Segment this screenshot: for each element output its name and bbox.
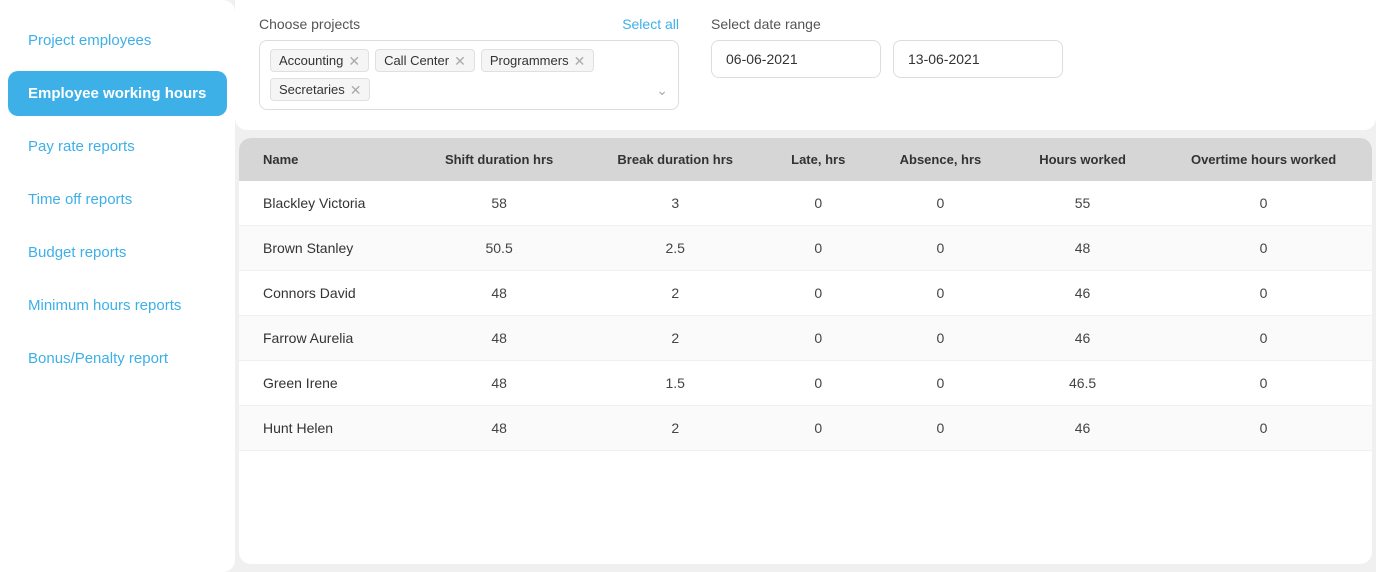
cell-value: 55 bbox=[1010, 181, 1155, 226]
table-body: Blackley Victoria58300550Brown Stanley50… bbox=[239, 181, 1372, 451]
choose-projects-label: Choose projects bbox=[259, 16, 360, 32]
tag-secretaries: Secretaries ✕ bbox=[270, 78, 370, 101]
cell-value: 0 bbox=[871, 316, 1010, 361]
table-row: Brown Stanley50.52.500480 bbox=[239, 226, 1372, 271]
cell-value: 48 bbox=[413, 361, 585, 406]
tag-close-icon[interactable]: ✕ bbox=[454, 54, 466, 68]
cell-value: 0 bbox=[1155, 181, 1372, 226]
table-row: Green Irene481.50046.50 bbox=[239, 361, 1372, 406]
cell-value: 0 bbox=[766, 226, 871, 271]
cell-value: 2 bbox=[585, 271, 766, 316]
cell-value: 0 bbox=[871, 181, 1010, 226]
cell-name: Farrow Aurelia bbox=[239, 316, 413, 361]
sidebar-item-bonus-penalty-report[interactable]: Bonus/Penalty report bbox=[8, 336, 227, 381]
cell-name: Brown Stanley bbox=[239, 226, 413, 271]
date-to-input[interactable] bbox=[893, 40, 1063, 78]
cell-value: 0 bbox=[871, 226, 1010, 271]
project-filter-group: Choose projects Select all Accounting ✕ C… bbox=[259, 16, 679, 110]
cell-value: 0 bbox=[1155, 271, 1372, 316]
cell-name: Green Irene bbox=[239, 361, 413, 406]
table-row: Blackley Victoria58300550 bbox=[239, 181, 1372, 226]
cell-value: 0 bbox=[766, 316, 871, 361]
select-all-link[interactable]: Select all bbox=[622, 16, 679, 32]
col-header-shift-duration-hrs: Shift duration hrs bbox=[413, 138, 585, 181]
tag-close-icon[interactable]: ✕ bbox=[574, 54, 586, 68]
col-header-late-hrs: Late, hrs bbox=[766, 138, 871, 181]
table-header: NameShift duration hrsBreak duration hrs… bbox=[239, 138, 1372, 181]
cell-value: 48 bbox=[1010, 226, 1155, 271]
table-area: NameShift duration hrsBreak duration hrs… bbox=[239, 138, 1372, 564]
table-row: Farrow Aurelia48200460 bbox=[239, 316, 1372, 361]
hours-table: NameShift duration hrsBreak duration hrs… bbox=[239, 138, 1372, 451]
date-range-group: Select date range bbox=[711, 16, 1063, 78]
cell-name: Connors David bbox=[239, 271, 413, 316]
sidebar-item-employee-working-hours[interactable]: Employee working hours bbox=[8, 71, 227, 116]
cell-value: 0 bbox=[766, 406, 871, 451]
sidebar: Project employees Employee working hours P… bbox=[0, 0, 235, 572]
col-header-hours-worked: Hours worked bbox=[1010, 138, 1155, 181]
cell-value: 0 bbox=[1155, 406, 1372, 451]
col-header-absence-hrs: Absence, hrs bbox=[871, 138, 1010, 181]
tag-accounting: Accounting ✕ bbox=[270, 49, 369, 72]
cell-value: 1.5 bbox=[585, 361, 766, 406]
cell-value: 0 bbox=[766, 271, 871, 316]
cell-value: 0 bbox=[766, 181, 871, 226]
date-from-input[interactable] bbox=[711, 40, 881, 78]
cell-value: 3 bbox=[585, 181, 766, 226]
cell-value: 0 bbox=[871, 271, 1010, 316]
cell-value: 58 bbox=[413, 181, 585, 226]
sidebar-item-pay-rate-reports[interactable]: Pay rate reports bbox=[8, 124, 227, 169]
sidebar-item-project-employees[interactable]: Project employees bbox=[8, 18, 227, 63]
cell-value: 48 bbox=[413, 316, 585, 361]
main-content: Choose projects Select all Accounting ✕ C… bbox=[235, 0, 1376, 572]
cell-value: 46.5 bbox=[1010, 361, 1155, 406]
cell-value: 46 bbox=[1010, 406, 1155, 451]
cell-value: 50.5 bbox=[413, 226, 585, 271]
cell-value: 2 bbox=[585, 316, 766, 361]
table-row: Connors David48200460 bbox=[239, 271, 1372, 316]
sidebar-item-minimum-hours-reports[interactable]: Minimum hours reports bbox=[8, 283, 227, 328]
cell-value: 0 bbox=[871, 361, 1010, 406]
cell-name: Blackley Victoria bbox=[239, 181, 413, 226]
cell-value: 0 bbox=[1155, 226, 1372, 271]
col-header-name: Name bbox=[239, 138, 413, 181]
dropdown-arrow-icon: ⌄ bbox=[656, 82, 668, 99]
project-tags-container[interactable]: Accounting ✕ Call Center ✕ Programmers ✕ Se… bbox=[259, 40, 679, 110]
sidebar-item-time-off-reports[interactable]: Time off reports bbox=[8, 177, 227, 222]
cell-value: 0 bbox=[871, 406, 1010, 451]
cell-value: 2 bbox=[585, 406, 766, 451]
tag-call-center: Call Center ✕ bbox=[375, 49, 475, 72]
cell-value: 46 bbox=[1010, 271, 1155, 316]
sidebar-item-budget-reports[interactable]: Budget reports bbox=[8, 230, 227, 275]
cell-value: 0 bbox=[1155, 316, 1372, 361]
cell-name: Hunt Helen bbox=[239, 406, 413, 451]
cell-value: 0 bbox=[766, 361, 871, 406]
date-range-label: Select date range bbox=[711, 16, 1063, 32]
table-row: Hunt Helen48200460 bbox=[239, 406, 1372, 451]
tag-close-icon[interactable]: ✕ bbox=[350, 83, 362, 97]
cell-value: 48 bbox=[413, 271, 585, 316]
filter-area: Choose projects Select all Accounting ✕ C… bbox=[235, 0, 1376, 130]
col-header-overtime-hours-worked: Overtime hours worked bbox=[1155, 138, 1372, 181]
cell-value: 0 bbox=[1155, 361, 1372, 406]
cell-value: 48 bbox=[413, 406, 585, 451]
cell-value: 2.5 bbox=[585, 226, 766, 271]
cell-value: 46 bbox=[1010, 316, 1155, 361]
col-header-break-duration-hrs: Break duration hrs bbox=[585, 138, 766, 181]
tag-programmers: Programmers ✕ bbox=[481, 49, 594, 72]
tag-close-icon[interactable]: ✕ bbox=[348, 54, 360, 68]
